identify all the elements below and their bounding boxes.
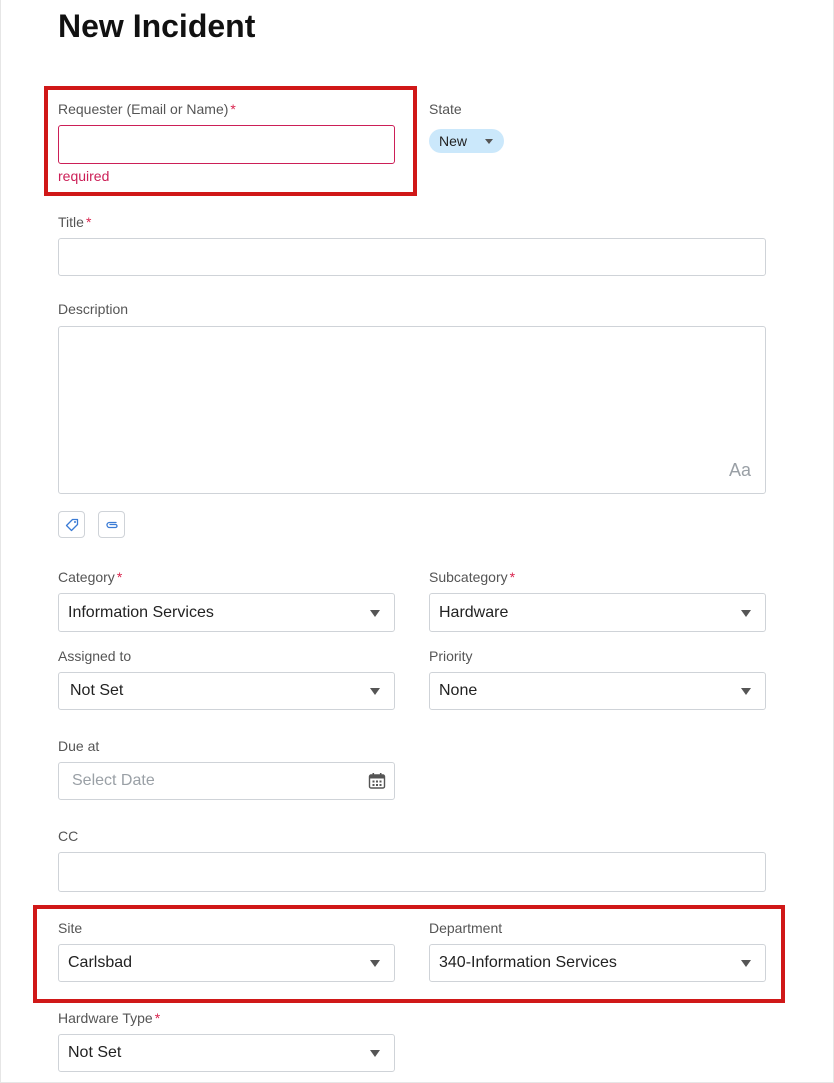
hardware-type-required-mark: * xyxy=(154,1010,161,1026)
due-at-label: Due at xyxy=(58,738,100,754)
tag-button[interactable] xyxy=(58,511,85,538)
page-title: New Incident xyxy=(58,8,256,44)
priority-select[interactable]: None xyxy=(429,672,766,710)
requester-label-text: Requester (Email or Name) xyxy=(58,101,229,117)
subcategory-required-mark: * xyxy=(509,569,516,585)
hardware-type-label: Hardware Type * xyxy=(58,1010,160,1026)
state-value: New xyxy=(439,133,468,149)
priority-caret-icon xyxy=(741,688,751,695)
page-border-left xyxy=(0,0,1,1083)
requester-error-text: required xyxy=(58,168,110,184)
title-input[interactable] xyxy=(58,238,766,276)
priority-label: Priority xyxy=(429,648,473,664)
paperclip-icon xyxy=(105,521,118,528)
calendar-icon[interactable] xyxy=(368,772,386,790)
subcategory-caret-icon xyxy=(741,609,751,617)
assigned-to-caret-icon xyxy=(370,688,380,695)
title-label-text: Title xyxy=(58,214,84,230)
requester-input[interactable] xyxy=(58,125,395,164)
site-label: Site xyxy=(58,920,83,936)
category-label: Category * xyxy=(58,569,122,585)
department-select[interactable]: 340-Information Services xyxy=(429,944,766,982)
category-value: Information Services xyxy=(68,603,214,621)
site-value: Carlsbad xyxy=(68,954,133,971)
cc-input[interactable] xyxy=(58,852,766,892)
site-caret-icon xyxy=(370,960,380,967)
tag-icon xyxy=(65,518,78,531)
state-label: State xyxy=(429,101,462,117)
subcategory-label: Subcategory * xyxy=(429,569,515,585)
title-label: Title * xyxy=(58,214,91,230)
requester-label: Requester (Email or Name) * xyxy=(58,101,236,117)
category-select[interactable]: Information Services xyxy=(58,593,395,632)
subcategory-select[interactable]: Hardware xyxy=(429,593,766,632)
due-at-placeholder: Select Date xyxy=(72,772,155,789)
assigned-to-select[interactable]: Not Set xyxy=(58,672,395,710)
requester-required-mark: * xyxy=(230,101,236,117)
description-textarea[interactable]: Aa xyxy=(58,326,766,494)
site-select[interactable]: Carlsbad xyxy=(58,944,395,982)
hardware-type-label-text: Hardware Type xyxy=(58,1010,153,1026)
state-dropdown[interactable]: New xyxy=(429,129,504,153)
assigned-to-label: Assigned to xyxy=(58,648,132,664)
department-label: Department xyxy=(429,920,503,936)
hardware-type-value: Not Set xyxy=(68,1044,122,1061)
description-label: Description xyxy=(58,301,129,317)
subcategory-label-text: Subcategory xyxy=(429,569,508,585)
text-format-icon[interactable]: Aa xyxy=(729,460,751,481)
category-caret-icon xyxy=(370,609,380,617)
subcategory-value: Hardware xyxy=(439,603,509,621)
cc-label: CC xyxy=(58,828,79,844)
attachment-button[interactable] xyxy=(98,511,125,538)
assigned-to-value: Not Set xyxy=(70,682,124,699)
department-caret-icon xyxy=(741,960,751,967)
title-required-mark: * xyxy=(85,214,92,230)
category-required-mark: * xyxy=(116,569,123,585)
category-label-text: Category xyxy=(58,569,115,585)
hardware-type-select[interactable]: Not Set xyxy=(58,1034,395,1072)
department-value: 340-Information Services xyxy=(439,954,617,971)
priority-value: None xyxy=(439,682,478,699)
hardware-type-caret-icon xyxy=(370,1050,380,1057)
state-caret-icon xyxy=(485,139,493,144)
due-at-date-input[interactable]: Select Date xyxy=(58,762,395,800)
